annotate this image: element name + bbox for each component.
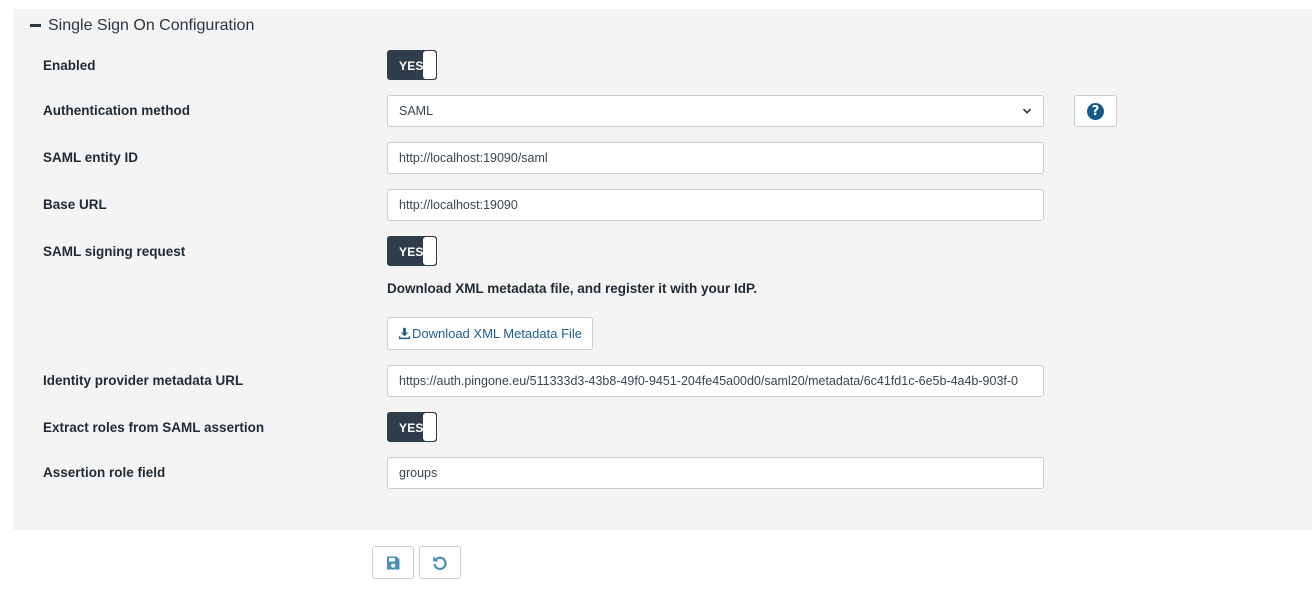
help-button[interactable]: ?	[1074, 95, 1117, 127]
enabled-toggle[interactable]: YES	[387, 50, 437, 80]
base-url-input[interactable]: http://localhost:19090	[387, 189, 1044, 221]
toggle-state-text: YES	[399, 59, 424, 73]
minus-icon[interactable]	[30, 23, 41, 27]
enabled-label: Enabled	[43, 58, 96, 73]
signing-request-label: SAML signing request	[43, 244, 186, 259]
download-metadata-label: Download XML Metadata File	[411, 326, 583, 341]
panel-title: Single Sign On Configuration	[48, 17, 255, 34]
signing-request-toggle[interactable]: YES	[387, 236, 437, 266]
idp-metadata-url-label: Identity provider metadata URL	[43, 373, 244, 388]
toggle-state-text: YES	[399, 421, 424, 435]
save-button[interactable]	[372, 546, 414, 579]
download-icon	[398, 327, 411, 340]
role-field-label: Assertion role field	[43, 465, 166, 480]
extract-roles-label: Extract roles from SAML assertion	[43, 420, 265, 435]
download-metadata-button[interactable]: Download XML Metadata File	[387, 317, 593, 350]
panel-header[interactable]: Single Sign On Configuration	[30, 17, 254, 35]
toggle-state-text: YES	[399, 245, 424, 259]
sso-config-panel	[13, 9, 1312, 530]
undo-icon	[433, 555, 447, 570]
entity-id-label: SAML entity ID	[43, 150, 139, 165]
auth-method-label: Authentication method	[43, 103, 190, 118]
auth-method-selected-value: SAML	[399, 104, 434, 118]
toggle-knob	[423, 237, 436, 265]
reset-button[interactable]	[419, 546, 461, 579]
chevron-down-icon	[1022, 108, 1032, 114]
entity-id-input[interactable]: http://localhost:19090/saml	[387, 142, 1044, 174]
idp-metadata-url-input[interactable]: https://auth.pingone.eu/511333d3-43b8-49…	[387, 365, 1044, 397]
save-icon	[387, 556, 400, 569]
auth-method-select[interactable]: SAML	[387, 95, 1044, 127]
extract-roles-toggle[interactable]: YES	[387, 412, 437, 442]
role-field-input[interactable]: groups	[387, 457, 1044, 489]
question-circle-icon: ?	[1087, 102, 1104, 120]
metadata-info-text: Download XML metadata file, and register…	[387, 281, 758, 296]
toggle-knob	[423, 51, 436, 79]
base-url-label: Base URL	[43, 197, 107, 212]
toggle-knob	[423, 413, 436, 441]
